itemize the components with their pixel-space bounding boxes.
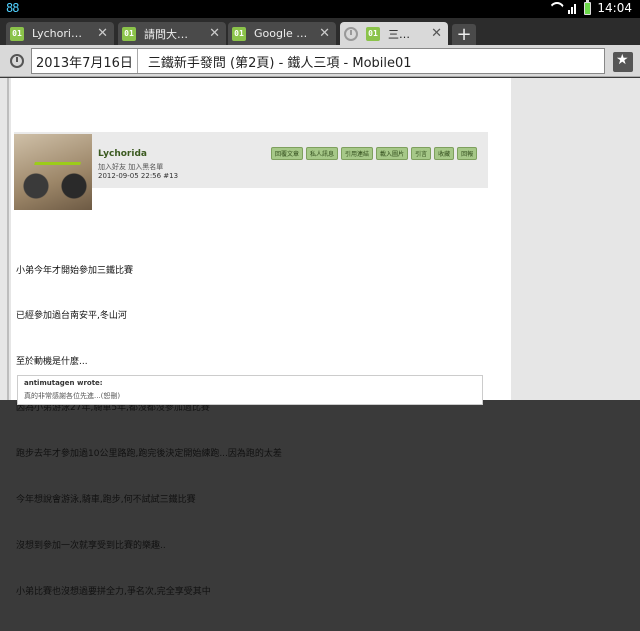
mobile01-favicon-icon: 01: [232, 26, 246, 41]
history-icon[interactable]: [10, 54, 24, 68]
tab-strip: 01 Lychori… ✕ 01 請問大… ✕ 01 Google … ✕ 01…: [0, 18, 640, 45]
load-images-button[interactable]: 載入圖片: [376, 147, 409, 160]
post-line: 至於動機是什麼...: [16, 357, 88, 368]
tab-1[interactable]: 01 Lychori… ✕: [6, 22, 114, 45]
private-message-button[interactable]: 私人訊息: [306, 147, 339, 160]
post-line: 沒想到參加一次就享受到比賽的樂趣..: [16, 540, 166, 551]
mobile01-favicon-icon: 01: [366, 26, 380, 41]
user-links[interactable]: 加入好友 加入黑名單: [98, 162, 163, 172]
post-line: 小弟今年才開始參加三鐵比賽: [16, 265, 134, 276]
post-line: 小弟比賽也沒想過要拼全力,爭名次,完全享受其中: [16, 586, 211, 597]
web-viewport: Lychorida 加入好友 加入黑名單 2012-09-05 22:56 #1…: [0, 78, 640, 597]
favorite-button[interactable]: 收藏: [434, 147, 455, 160]
loading-clock-icon: [344, 26, 358, 41]
close-tab-icon[interactable]: ✕: [97, 26, 108, 41]
post-line: 已經參加過台南安平,冬山河: [16, 311, 127, 322]
tab-label: 三…: [388, 27, 410, 41]
post-actions: 回覆文章 私人訊息 引用連結 載入圖片 引言 收藏 回報: [271, 147, 478, 160]
post-line: 今年想說會游泳,騎車,跑步,何不試試三鐵比賽: [16, 495, 196, 506]
tab-label: 請問大…: [144, 27, 188, 41]
bookmark-star-icon[interactable]: [613, 52, 633, 72]
mobile01-favicon-icon: 01: [10, 26, 24, 41]
address-date: 2013年7月16日: [32, 49, 138, 73]
avatar[interactable]: [14, 134, 92, 210]
url-input[interactable]: 2013年7月16日 三鐵新手發問 (第2頁) - 鐵人三項 - Mobile0…: [31, 48, 605, 74]
quote-author: antimutagen wrote:: [24, 379, 103, 387]
tab-label: Lychori…: [32, 27, 82, 40]
status-icons: 14:04: [548, 0, 632, 15]
bicycle-image: [29, 162, 81, 184]
tab-3[interactable]: 01 Google … ✕: [228, 22, 336, 45]
wifi-icon: [548, 2, 562, 14]
report-button[interactable]: 回報: [457, 147, 478, 160]
status-time: 14:04: [597, 1, 632, 15]
tab-4-active[interactable]: 01 三… ✕: [340, 22, 448, 45]
address-bar: 2013年7月16日 三鐵新手發問 (第2頁) - 鐵人三項 - Mobile0…: [0, 45, 640, 77]
quote-link-button[interactable]: 引用連結: [341, 147, 374, 160]
close-tab-icon[interactable]: ✕: [319, 26, 330, 41]
right-gutter: [511, 78, 640, 400]
reply-button[interactable]: 回覆文章: [271, 147, 304, 160]
battery-icon: [584, 0, 592, 15]
signal-icon: [568, 2, 578, 14]
close-tab-icon[interactable]: ✕: [209, 26, 220, 41]
username-link[interactable]: Lychorida: [98, 149, 147, 159]
post-line: 跑步去年才參加過10公里路跑,跑完後決定開始練跑...因為跑的太差: [16, 449, 282, 460]
scroll-indicator[interactable]: [7, 78, 9, 400]
new-tab-button[interactable]: +: [452, 24, 476, 45]
post-body: 小弟今年才開始參加三鐵比賽 已經參加過台南安平,冬山河 至於動機是什麼... 因…: [16, 233, 282, 631]
tab-2[interactable]: 01 請問大… ✕: [118, 22, 226, 45]
quote-button[interactable]: 引言: [411, 147, 432, 160]
mobile01-favicon-icon: 01: [122, 26, 136, 41]
tab-label: Google …: [254, 27, 308, 40]
status-bar: 88 14:04: [0, 0, 640, 18]
post-meta: 2012-09-05 22:56 #13: [98, 172, 179, 180]
quote-block: antimutagen wrote: 真的非常感謝各位先進...(恕刪): [17, 375, 483, 405]
close-tab-icon[interactable]: ✕: [431, 26, 442, 41]
status-indicator: 88: [6, 1, 19, 15]
left-gutter: [0, 78, 11, 400]
page-title: 三鐵新手發問 (第2頁) - 鐵人三項 - Mobile01: [147, 55, 412, 71]
